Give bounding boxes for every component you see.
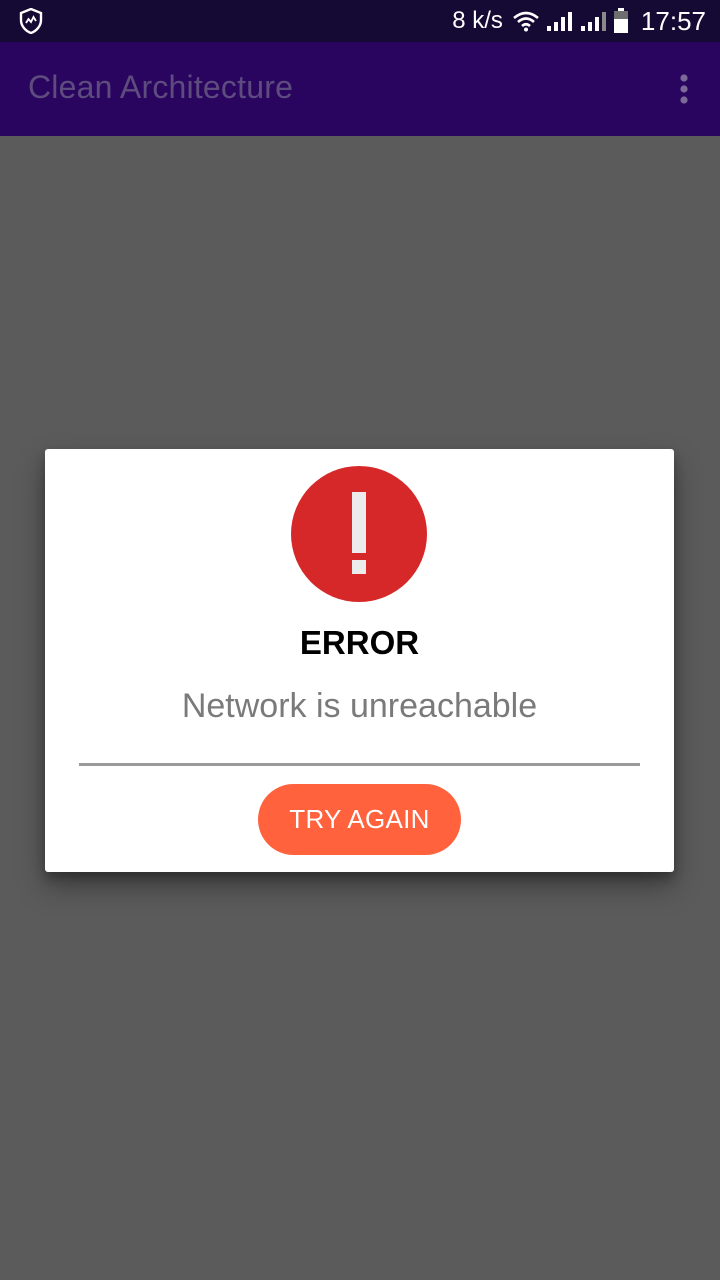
status-indicators: 8 k/s 17:57 <box>452 0 706 42</box>
shield-icon <box>19 8 43 34</box>
divider <box>79 763 640 766</box>
network-speed: 8 k/s <box>452 7 503 34</box>
error-dialog: ERROR Network is unreachable TRY AGAIN <box>45 449 674 872</box>
exclamation-dot <box>352 560 366 574</box>
clock: 17:57 <box>640 5 706 36</box>
wifi-icon <box>513 10 539 32</box>
battery-icon <box>613 8 629 34</box>
error-icon <box>291 466 427 602</box>
dialog-title: ERROR <box>299 624 420 661</box>
screen: 8 k/s 17:57 Clean Architecture ERROR Net… <box>0 0 720 1280</box>
dialog-message: Network is unreachable <box>181 687 538 725</box>
status-bar: 8 k/s 17:57 <box>0 0 720 42</box>
exclamation-bar <box>352 492 366 553</box>
more-vert-icon[interactable] <box>672 73 696 107</box>
app-bar: Clean Architecture <box>0 42 720 136</box>
signal-icon <box>545 10 573 32</box>
app-title: Clean Architecture <box>28 69 294 105</box>
signal-icon <box>579 10 607 32</box>
try-again-button[interactable]: TRY AGAIN <box>258 784 461 855</box>
